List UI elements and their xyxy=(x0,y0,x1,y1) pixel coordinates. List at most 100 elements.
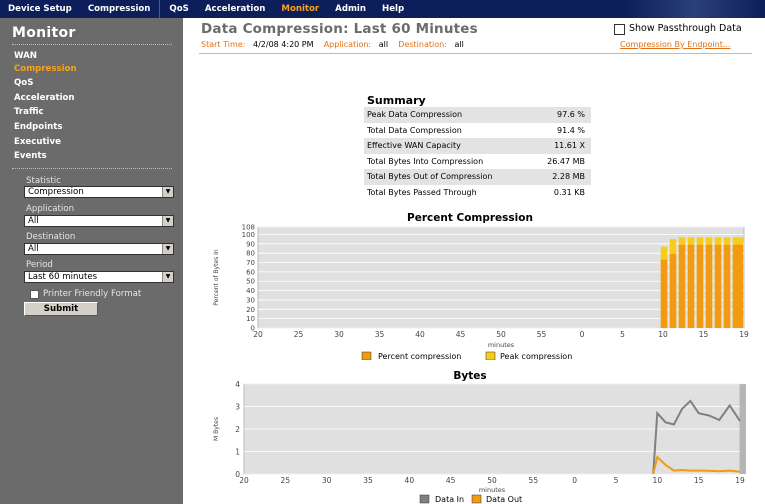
summary-label: Peak Data Compression xyxy=(364,107,532,123)
printer-friendly-checkbox[interactable] xyxy=(30,290,39,299)
nav-device-setup[interactable]: Device Setup xyxy=(0,4,80,14)
y-tick-label: 90 xyxy=(246,240,255,248)
summary-value: 2.28 MB xyxy=(531,169,591,185)
statistic-select[interactable]: Compression ▼ xyxy=(24,186,174,198)
y-tick-label: 40 xyxy=(246,287,255,295)
sidebar-item-endpoints[interactable]: Endpoints xyxy=(14,122,62,132)
x-tick-label: 50 xyxy=(487,476,497,485)
summary-value: 91.4 % xyxy=(557,125,585,135)
percent-compression-bar xyxy=(736,244,743,328)
destination-filter-label: Destination: xyxy=(398,40,447,49)
legend-swatch xyxy=(485,351,496,360)
x-tick-label: 5 xyxy=(620,330,625,339)
x-tick-label: 0 xyxy=(572,476,577,485)
summary-table: Peak Data Compression 97.6 % Total Data C… xyxy=(364,107,591,200)
legend-label: Peak compression xyxy=(500,352,572,360)
x-tick-label: 15 xyxy=(699,330,709,339)
period-select[interactable]: Last 60 minutes ▼ xyxy=(24,271,174,283)
summary-value: 97.6 % xyxy=(531,107,591,123)
destination-filter-value: all xyxy=(454,40,464,49)
application-value: All xyxy=(28,216,39,226)
application-label: Application xyxy=(26,204,75,214)
nav-admin[interactable]: Admin xyxy=(327,4,374,14)
percent-compression-bar xyxy=(669,254,677,328)
x-tick-label: 15 xyxy=(694,476,704,485)
percent-compression-bar xyxy=(687,244,695,328)
x-axis-label: minutes xyxy=(488,341,515,349)
x-tick-label: 20 xyxy=(239,476,249,485)
summary-label: Total Bytes Into Compression xyxy=(367,156,484,166)
sidebar-item-traffic[interactable]: Traffic xyxy=(14,107,44,117)
summary-label: Total Bytes Passed Through xyxy=(367,187,477,197)
start-time-label: Start Time: xyxy=(201,40,246,49)
sidebar-item-compression[interactable]: Compression xyxy=(14,64,77,74)
x-tick-label: 30 xyxy=(334,330,344,339)
application-select[interactable]: All ▼ xyxy=(24,215,174,227)
compression-by-endpoint-link[interactable]: Compression By Endpoint... xyxy=(620,40,730,49)
x-tick-label: 50 xyxy=(496,330,506,339)
nav-filler xyxy=(412,0,765,18)
show-passthrough-label: Show Passthrough Data xyxy=(629,23,742,34)
y-tick-label: 80 xyxy=(246,250,255,258)
sidebar-divider xyxy=(12,44,172,45)
x-tick-label: 19 xyxy=(735,476,745,485)
nav-separator xyxy=(159,0,161,18)
table-row: Total Bytes Passed Through 0.31 KB xyxy=(364,185,591,201)
start-time-value: 4/2/08 4:20 PM xyxy=(253,40,314,49)
percent-compression-bar xyxy=(705,244,713,328)
percent-compression-bar xyxy=(696,244,704,328)
x-tick-label: 10 xyxy=(653,476,663,485)
sidebar-divider xyxy=(12,168,172,169)
nav-monitor[interactable]: Monitor xyxy=(273,4,327,14)
sidebar-item-acceleration[interactable]: Acceleration xyxy=(14,93,75,103)
table-row: Total Data Compression 91.4 % xyxy=(364,123,591,139)
period-value: Last 60 minutes xyxy=(28,272,98,282)
y-tick-label: 50 xyxy=(246,278,255,286)
percent-compression-bar xyxy=(723,244,731,328)
sidebar-item-events[interactable]: Events xyxy=(14,151,47,161)
x-tick-label: 45 xyxy=(456,330,466,339)
table-row: Effective WAN Capacity 11.61 X xyxy=(364,138,591,154)
nav-compression[interactable]: Compression xyxy=(80,4,159,14)
x-tick-label: 25 xyxy=(281,476,291,485)
summary-label: Total Data Compression xyxy=(367,125,462,135)
show-passthrough-checkbox[interactable] xyxy=(614,24,625,35)
summary-label: Total Bytes Out of Compression xyxy=(364,169,532,185)
x-tick-label: 55 xyxy=(537,330,547,339)
submit-button[interactable]: Submit xyxy=(24,302,98,316)
sidebar-item-executive[interactable]: Executive xyxy=(14,137,61,147)
summary-title: Summary xyxy=(367,94,426,107)
printer-friendly-label: Printer Friendly Format xyxy=(43,289,142,299)
destination-select[interactable]: All ▼ xyxy=(24,243,174,255)
nav-acceleration[interactable]: Acceleration xyxy=(197,4,274,14)
percent-compression-bar xyxy=(714,244,722,328)
top-nav: Device Setup Compression QoS Acceleratio… xyxy=(0,0,765,18)
nav-qos[interactable]: QoS xyxy=(161,4,196,14)
x-tick-label: 35 xyxy=(363,476,373,485)
bytes-chart: 0123420 25 30 35 40 45 50 55 0 5 10 15 19minutesM By… xyxy=(213,380,746,504)
sidebar-item-qos[interactable]: QoS xyxy=(14,78,33,88)
x-tick-label: 40 xyxy=(405,476,415,485)
sidebar-title: Monitor xyxy=(12,25,76,41)
table-row: Peak Data Compression 97.6 % xyxy=(364,107,591,123)
percent-compression-bar xyxy=(660,259,668,328)
filter-info: Start Time: 4/2/08 4:20 PM Application: … xyxy=(201,40,464,49)
chevron-down-icon: ▼ xyxy=(162,187,173,197)
destination-label: Destination xyxy=(26,232,76,242)
x-tick-label: 35 xyxy=(375,330,385,339)
summary-label: Effective WAN Capacity xyxy=(364,138,532,154)
nav-help[interactable]: Help xyxy=(374,4,412,14)
x-tick-label: 30 xyxy=(322,476,332,485)
statistic-label: Statistic xyxy=(26,176,61,186)
table-row: Total Bytes Into Compression 26.47 MB xyxy=(364,154,591,170)
legend-label: Percent compression xyxy=(378,352,461,360)
page-title: Data Compression: Last 60 Minutes xyxy=(201,21,478,37)
y-tick-label: 4 xyxy=(235,380,240,389)
destination-value: All xyxy=(28,244,39,254)
legend-swatch xyxy=(419,494,430,504)
y-axis-label: Percent of Bytes In xyxy=(213,249,220,306)
chevron-down-icon: ▼ xyxy=(162,272,173,282)
period-label: Period xyxy=(26,260,53,270)
sidebar-item-wan[interactable]: WAN xyxy=(14,51,37,61)
scrollbar xyxy=(740,384,746,474)
